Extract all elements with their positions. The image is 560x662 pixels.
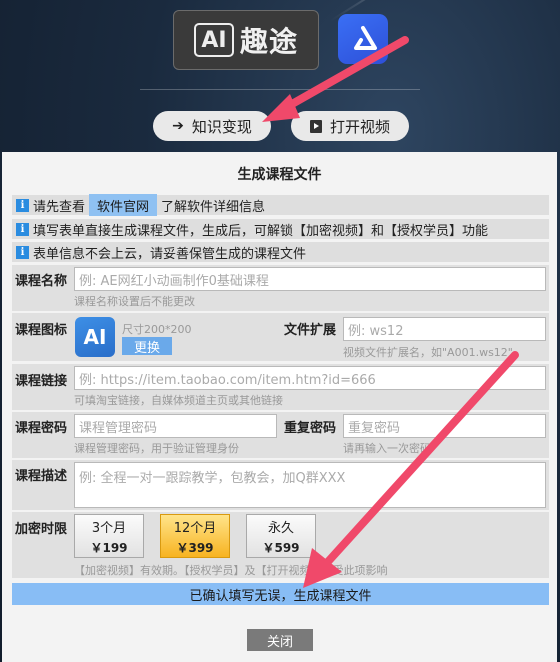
- file-ext-label: 文件扩展: [284, 323, 337, 338]
- period-option-3-months[interactable]: 3个月 ￥199: [74, 514, 144, 558]
- period-option-forever[interactable]: 永久 ￥599: [246, 514, 316, 558]
- info-icon: i: [16, 222, 29, 236]
- file-ext-hint: 视频文件扩展名，如"A001.ws12": [343, 346, 513, 359]
- period-price: ￥599: [262, 540, 300, 555]
- official-site-button[interactable]: 软件官网: [89, 194, 158, 216]
- course-icon-row: 课程图标 AI 尺寸200*200 更换 文件扩展 例: ws12 视频文件扩展…: [12, 313, 549, 361]
- knowledge-monetize-label: 知识变现: [191, 117, 252, 136]
- swap-icon-button[interactable]: 更换: [122, 337, 172, 356]
- arrow-right-icon: ➔: [172, 118, 184, 134]
- period-price: ￥199: [90, 540, 128, 555]
- file-ext-input[interactable]: 例: ws12: [343, 317, 546, 341]
- encryption-period-label: 加密时限: [15, 522, 68, 537]
- course-name-row: 课程名称 例: AE网红小动画制作0基础课程 课程名称设置后不能更改: [12, 265, 549, 311]
- course-name-hint: 课程名称设置后不能更改: [74, 295, 195, 308]
- course-icon-label: 课程图标: [15, 323, 68, 338]
- course-name-label: 课程名称: [15, 274, 68, 289]
- info-row-privacy: i 表单信息不会上云，请妥善保管生成的课程文件: [12, 242, 549, 262]
- info-row-form: i 填写表单直接生成课程文件，生成后，可解锁【加密视频】和【授权学员】功能: [12, 219, 549, 239]
- period-name: 12个月: [173, 520, 217, 536]
- info-row-official: i 请先查看 软件官网 了解软件详细信息: [12, 194, 549, 216]
- generate-course-dialog: 生成课程文件 i 请先查看 软件官网 了解软件详细信息 i 填写表单直接生成课程…: [2, 152, 557, 662]
- info1-suffix: 了解软件详细信息: [161, 199, 266, 215]
- video-icon: [309, 119, 322, 133]
- course-link-label: 课程链接: [15, 374, 68, 389]
- open-video-label: 打开视频: [329, 117, 390, 136]
- info2-text: 填写表单直接生成课程文件，生成后，可解锁【加密视频】和【授权学员】功能: [33, 223, 489, 239]
- generate-course-file-button[interactable]: 已确认填写无误，生成课程文件: [12, 583, 549, 605]
- info-icon: i: [16, 198, 29, 212]
- icon-size-hint: 尺寸200*200: [122, 323, 192, 336]
- period-price: ￥399: [176, 540, 214, 555]
- dialog-title: 生成课程文件: [237, 167, 322, 183]
- triangle-logo-icon: [354, 26, 377, 50]
- course-password-hint: 课程管理密码，用于验证管理身份: [74, 442, 239, 455]
- logo-ai-mark: AI: [193, 23, 234, 57]
- info3-text: 表单信息不会上云，请妥善保管生成的课程文件: [33, 246, 307, 262]
- course-desc-label: 课程描述: [15, 469, 68, 484]
- period-hint: 【加密视频】有效期。【授权学员】及【打开视频】不受此项影响: [74, 564, 388, 577]
- app-icon[interactable]: [338, 14, 388, 64]
- open-video-button[interactable]: 打开视频: [291, 111, 409, 141]
- knowledge-monetize-button[interactable]: ➔ 知识变现: [153, 111, 271, 141]
- course-link-row: 课程链接 例: https://item.taobao.com/item.htm…: [12, 364, 549, 410]
- period-name: 3个月: [91, 520, 127, 536]
- password-row: 课程密码 课程管理密码 课程管理密码，用于验证管理身份 重复密码 重复密码 请再…: [12, 412, 549, 458]
- info1-prefix: 请先查看: [33, 199, 86, 215]
- logo-brand-text: 趣途: [239, 25, 298, 58]
- repeat-password-input[interactable]: 重复密码: [343, 414, 546, 438]
- period-name: 永久: [267, 520, 294, 536]
- close-button[interactable]: 关闭: [247, 629, 313, 651]
- header-divider: [140, 89, 420, 90]
- course-desc-row: 课程描述 例: 全程一对一跟踪教学，包教会，加Q群XXX: [12, 460, 549, 510]
- app-logo: AI 趣途: [173, 10, 319, 70]
- top-banner: AI 趣途 ➔ 知识变现 打开视频: [0, 0, 560, 150]
- course-icon-image[interactable]: AI: [75, 317, 115, 357]
- info-icon: i: [16, 245, 29, 259]
- repeat-password-label: 重复密码: [284, 421, 337, 436]
- course-name-input[interactable]: 例: AE网红小动画制作0基础课程: [74, 267, 546, 291]
- period-option-12-months[interactable]: 12个月 ￥399: [160, 514, 230, 558]
- course-desc-textarea[interactable]: 例: 全程一对一跟踪教学，包教会，加Q群XXX: [74, 462, 546, 508]
- repeat-password-hint: 请再输入一次密码: [343, 442, 431, 455]
- course-password-input[interactable]: 课程管理密码: [74, 414, 277, 438]
- encryption-period-row: 加密时限 3个月 ￥199 12个月 ￥399 永久 ￥599 【加密视频】有效…: [12, 512, 549, 578]
- course-link-hint: 可填淘宝链接，自媒体频道主页或其他链接: [74, 394, 283, 407]
- course-link-input[interactable]: 例: https://item.taobao.com/item.htm?id=6…: [74, 366, 546, 390]
- course-password-label: 课程密码: [15, 421, 68, 436]
